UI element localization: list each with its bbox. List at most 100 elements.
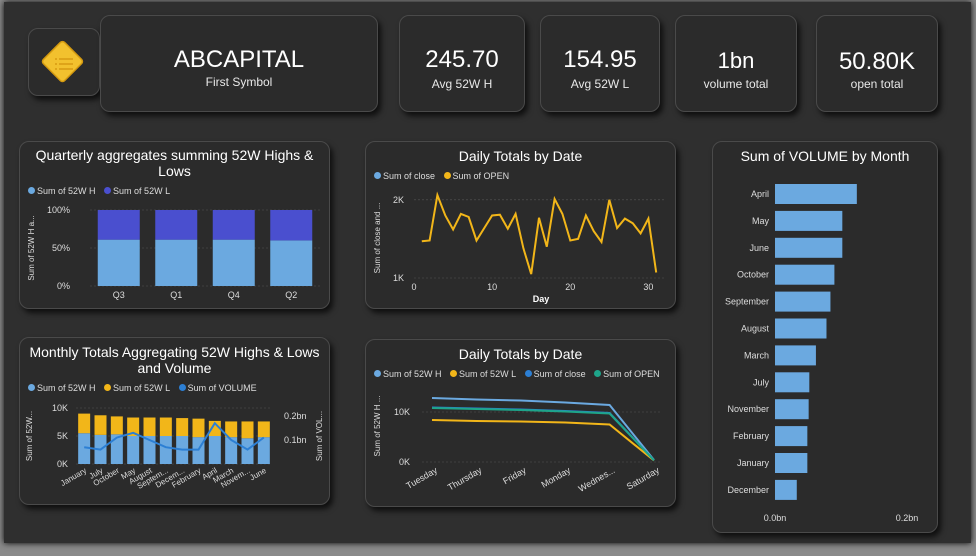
y-axis-label: Sum of close and ...: [373, 203, 382, 274]
bar-52w-l: [110, 416, 123, 435]
bar-volume: [775, 399, 809, 420]
y-tick-label: 10K: [394, 407, 410, 417]
dashboard-canvas: ABCAPITAL First Symbol 245.70 Avg 52W H …: [4, 2, 971, 543]
bar-volume: [775, 237, 843, 258]
x-tick-label: Q4: [228, 290, 240, 300]
x-tick-label: Q3: [113, 290, 125, 300]
symbol-card: ABCAPITAL First Symbol: [100, 15, 378, 112]
symbol-label: First Symbol: [205, 75, 273, 89]
symbol-value: ABCAPITAL: [173, 46, 305, 73]
bar-52w-l: [270, 210, 313, 241]
bar-52w-l: [97, 210, 140, 240]
bar-52w-l: [176, 418, 189, 436]
quarterly-bar-chart: 100% 50% 0% Sum of 52W H a... Q3 Q1 Q4 Q2: [27, 205, 320, 300]
x-tick-label: Thursday: [446, 465, 484, 493]
bar-52w-l: [257, 421, 270, 438]
bar-52w-h: [97, 239, 140, 286]
x-tick-label: Friday: [501, 465, 528, 486]
bar-volume: [775, 264, 835, 285]
logo-card: [28, 28, 100, 96]
x-tick-label: January: [59, 466, 88, 488]
x-tick-label: 0: [411, 282, 416, 292]
bar-52w-l: [143, 417, 156, 436]
bar-volume: [775, 291, 831, 312]
daily-totals-chart-card[interactable]: Daily Totals by Date Sum of close Sum of…: [365, 141, 676, 309]
x-tick-label: June: [248, 466, 268, 483]
bar-volume: [775, 210, 843, 231]
quarterly-chart-card[interactable]: Quarterly aggregates summing 52W Highs &…: [19, 141, 330, 309]
y-axis-label: Sum of 52W H ...: [373, 396, 382, 457]
kpi-value-avg-52w-h: 245.70: [425, 46, 499, 73]
bar-52w-l: [159, 417, 172, 436]
y-tick-label: October: [737, 270, 769, 280]
x-tick-label: 0.2bn: [896, 513, 919, 523]
y-tick-label: 0%: [57, 281, 70, 291]
bar-52w-h: [155, 239, 198, 286]
y-tick-label: 2K: [393, 195, 404, 205]
monthly-totals-combo-chart: 10K 5K 0K 0.2bn 0.1bn Sum of 52W... Sum of VOL…: [25, 403, 324, 491]
volume-by-month-bar-chart: April May June October September August March J…: [725, 184, 919, 523]
bar-52w-h: [159, 436, 172, 464]
y-tick-label: June: [749, 243, 769, 253]
daily-totals-line-chart: 2K 1K 0 10 20 30 Day Sum of close and ...: [373, 191, 664, 304]
y-tick-label: September: [725, 297, 769, 307]
x-tick-label: 0.0bn: [764, 513, 787, 523]
y-tick-label-left: 5K: [57, 431, 68, 441]
series-line-open: [421, 191, 658, 275]
x-tick-label: Q2: [285, 290, 297, 300]
x-tick-label: Q1: [170, 290, 182, 300]
y-axis-label-right: Sum of VOL...: [315, 411, 324, 461]
bar-52w-h: [208, 436, 221, 464]
kpi-card-open-total: 50.80K open total: [816, 15, 938, 112]
daily-totals-weekday-chart-card[interactable]: Daily Totals by Date Sum of 52W H Sum of…: [365, 339, 676, 507]
y-tick-label: November: [727, 404, 769, 414]
y-tick-label: December: [727, 485, 769, 495]
bar-volume: [775, 479, 797, 500]
monthly-totals-chart-card[interactable]: Monthly Totals Aggregating 52W Highs & L…: [19, 337, 330, 505]
kpi-label-avg-52w-h: Avg 52W H: [431, 77, 493, 91]
bar-volume: [775, 426, 808, 447]
y-tick-label: February: [733, 431, 770, 441]
kpi-card-avg-52w-h: 245.70 Avg 52W H: [399, 15, 525, 112]
kpi-card-volume-total: 1bn volume total: [675, 15, 797, 112]
volume-by-month-chart-card[interactable]: Sum of VOLUME by Month April May June Octob…: [712, 141, 938, 533]
y-tick-label-right: 0.1bn: [284, 435, 307, 445]
bar-52w-l: [155, 210, 198, 240]
bar-volume: [775, 318, 827, 339]
x-tick-label: 20: [565, 282, 575, 292]
bar-52w-h: [225, 437, 238, 464]
y-axis-label-left: Sum of 52W...: [25, 411, 34, 461]
x-tick-label: Wednes...: [577, 465, 617, 494]
bar-52w-h: [270, 240, 313, 286]
bar-volume: [775, 184, 857, 204]
y-tick-label-left: 0K: [57, 459, 68, 469]
kpi-label-avg-52w-l: Avg 52W L: [570, 77, 630, 91]
x-tick-label: 30: [643, 282, 653, 292]
kpi-value-volume-total: 1bn: [717, 48, 755, 73]
daily-totals-weekday-line-chart: 10K 0K Sum of 52W H ... Tuesday Thursday Frid…: [373, 396, 662, 494]
y-tick-label: January: [737, 458, 770, 468]
bar-52w-h: [127, 436, 140, 464]
x-tick-label: Monday: [539, 465, 572, 490]
bar-volume: [775, 453, 808, 473]
y-tick-label: 1K: [393, 273, 404, 283]
bar-volume: [775, 345, 816, 366]
y-tick-label: August: [741, 324, 770, 334]
y-tick-label: 0K: [399, 457, 410, 467]
y-axis-label: Sum of 52W H a...: [27, 215, 36, 280]
bar-52w-l: [78, 413, 91, 434]
x-tick-label: Tuesday: [404, 465, 439, 491]
y-tick-label: March: [744, 350, 769, 360]
y-tick-label-left: 10K: [52, 403, 68, 413]
kpi-card-avg-52w-l: 154.95 Avg 52W L: [540, 15, 660, 112]
y-tick-label: 100%: [47, 205, 70, 215]
y-tick-label: July: [753, 377, 770, 387]
x-axis-label: Day: [533, 294, 550, 304]
kpi-value-open-total: 50.80K: [838, 48, 916, 75]
x-tick-label: 10: [487, 282, 497, 292]
x-tick-label: Saturday: [625, 465, 662, 492]
bar-52w-l: [212, 210, 255, 240]
bar-52w-l: [241, 421, 254, 439]
y-tick-label: 50%: [52, 243, 70, 253]
bar-volume: [775, 372, 810, 393]
